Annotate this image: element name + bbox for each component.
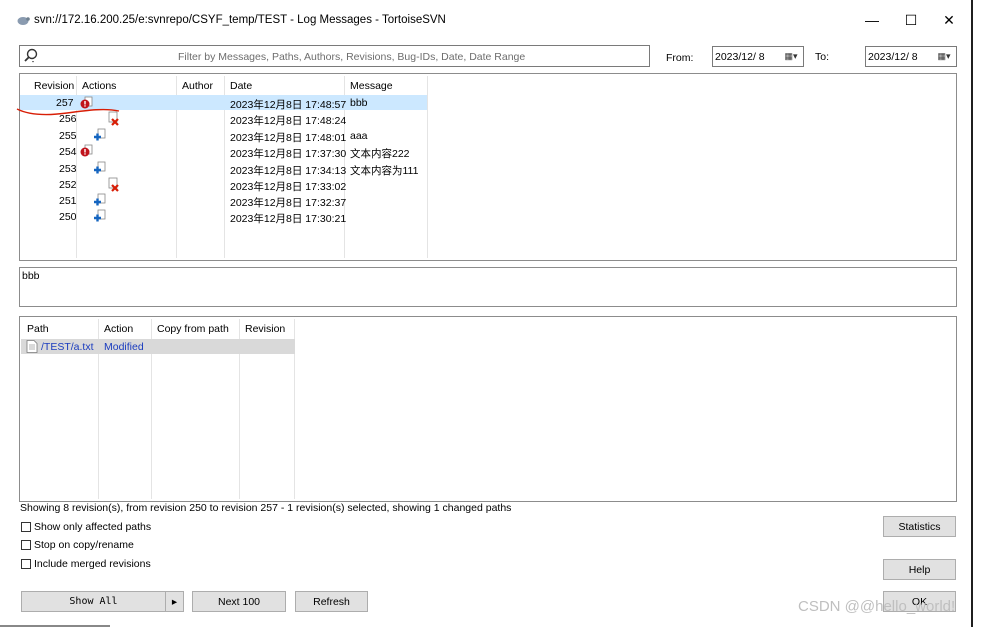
tortoisesvn-icon <box>17 17 30 25</box>
modified-icon <box>80 144 93 157</box>
include-merged-checkbox[interactable] <box>21 559 31 569</box>
affected-paths-checkbox[interactable] <box>21 522 31 532</box>
close-button[interactable]: ✕ <box>934 8 964 32</box>
added-icon <box>94 193 106 206</box>
revision-number: 255 <box>59 130 77 142</box>
revision-date: 2023年12月8日 17:48:01 <box>230 132 347 144</box>
window-border <box>971 0 973 627</box>
revision-date: 2023年12月8日 17:33:02 <box>230 181 347 193</box>
from-label: From: <box>666 52 694 64</box>
column-header-author[interactable]: Author <box>182 80 213 92</box>
deleted-icon <box>108 177 119 192</box>
changed-path-action: Modified <box>104 341 144 353</box>
calendar-dropdown-icon[interactable]: ▦▾ <box>932 47 956 66</box>
affected-paths-label: Show only affected paths <box>34 521 152 533</box>
revision-message: aaa <box>350 130 368 142</box>
column-header-actions[interactable]: Actions <box>82 80 116 92</box>
column-divider <box>427 76 428 258</box>
show-all-dropdown-button[interactable]: ▸ <box>165 591 184 612</box>
log-message-box[interactable] <box>19 267 957 307</box>
revision-number: 250 <box>59 211 77 223</box>
column-header-copy-from[interactable]: Copy from path <box>157 323 229 335</box>
revision-date: 2023年12月8日 17:30:21 <box>230 213 347 225</box>
to-date-value: 2023/12/ 8 <box>868 51 918 63</box>
log-message-text: bbb <box>22 270 40 282</box>
column-header-date[interactable]: Date <box>230 80 252 92</box>
help-button[interactable]: Help <box>883 559 956 580</box>
refresh-button[interactable]: Refresh <box>295 591 368 612</box>
statistics-button[interactable]: Statistics <box>883 516 956 537</box>
revision-date: 2023年12月8日 17:32:37 <box>230 197 347 209</box>
revision-number: 252 <box>59 179 77 191</box>
stop-on-copy-checkbox[interactable] <box>21 540 31 550</box>
column-header-action[interactable]: Action <box>104 323 133 335</box>
added-icon <box>94 209 106 222</box>
search-icon <box>24 48 38 63</box>
include-merged-label: Include merged revisions <box>34 558 151 570</box>
stop-on-copy-label: Stop on copy/rename <box>34 539 134 551</box>
next-100-button[interactable]: Next 100 <box>192 591 286 612</box>
revision-date: 2023年12月8日 17:34:13 <box>230 165 347 177</box>
revision-date: 2023年12月8日 17:37:30 <box>230 148 347 160</box>
minimize-button[interactable]: — <box>857 8 887 32</box>
revision-date: 2023年12月8日 17:48:24 <box>230 115 347 127</box>
added-icon <box>94 128 106 141</box>
revision-number: 254 <box>59 146 77 158</box>
revision-message: 文本内容为111 <box>350 165 419 177</box>
changed-path: /TEST/a.txt <box>41 341 94 353</box>
maximize-button[interactable]: ☐ <box>896 8 926 32</box>
calendar-dropdown-icon[interactable]: ▦▾ <box>779 47 803 66</box>
filter-placeholder: Filter by Messages, Paths, Authors, Revi… <box>178 51 526 63</box>
column-header-revision[interactable]: Revision <box>34 80 74 92</box>
status-text: Showing 8 revision(s), from revision 250… <box>20 502 512 514</box>
show-all-button[interactable]: Show All <box>21 591 166 612</box>
revision-message: 文本内容222 <box>350 148 410 160</box>
column-header-revision[interactable]: Revision <box>245 323 285 335</box>
added-icon <box>94 161 106 174</box>
revision-number: 251 <box>59 195 77 207</box>
file-icon <box>26 340 38 353</box>
watermark: CSDN @@hello_world! <box>798 598 956 615</box>
column-header-path[interactable]: Path <box>27 323 49 335</box>
to-label: To: <box>815 51 830 63</box>
column-header-message[interactable]: Message <box>350 80 393 92</box>
revision-number: 253 <box>59 163 77 175</box>
window-title: svn://172.16.200.25/e:svnrepo/CSYF_temp/… <box>34 14 446 26</box>
from-date-value: 2023/12/ 8 <box>715 51 765 63</box>
red-underline-annotation <box>16 108 120 116</box>
